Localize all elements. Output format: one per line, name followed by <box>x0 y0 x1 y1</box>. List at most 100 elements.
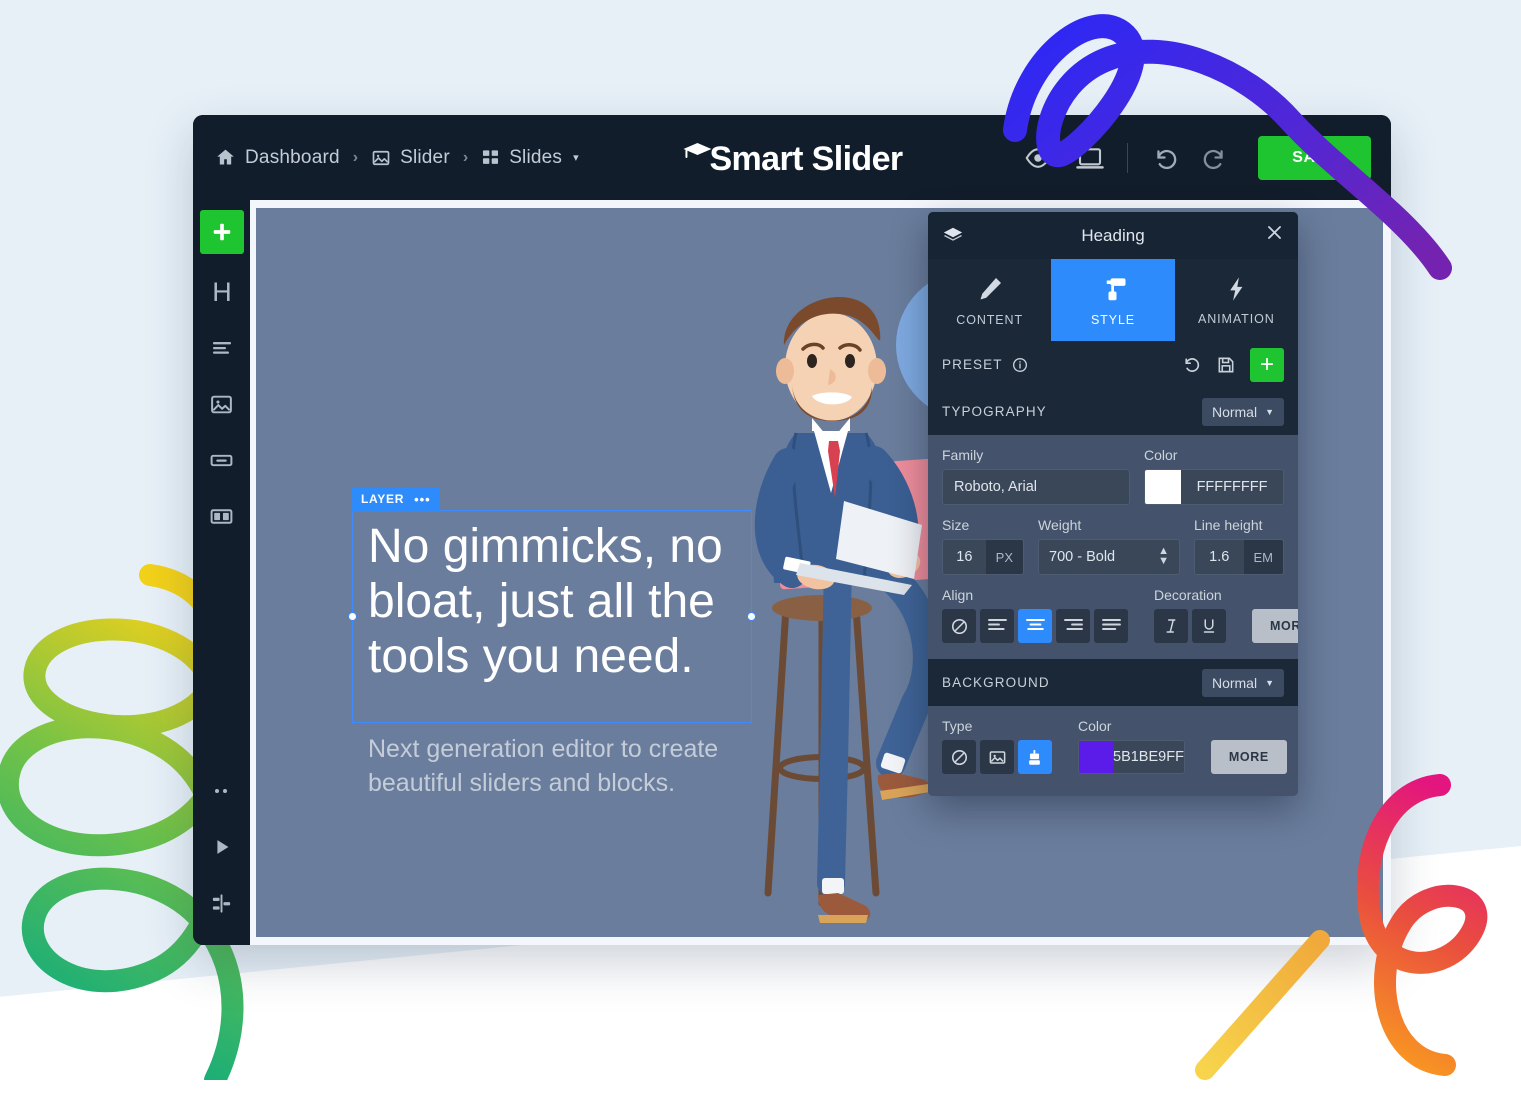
brand-name: Smart Slider <box>709 139 903 178</box>
underline-button[interactable] <box>1192 609 1226 643</box>
breadcrumb-item-dashboard[interactable]: Dashboard <box>215 147 340 169</box>
size-value: 16 <box>943 540 986 574</box>
undo-icon[interactable] <box>1150 143 1179 172</box>
sidebar-item-timeline[interactable] <box>200 881 244 925</box>
toolbar-divider <box>1127 142 1129 173</box>
chevron-down-icon: ▼ <box>1265 406 1274 417</box>
field-align: Align <box>942 587 1128 643</box>
sidebar-item-text[interactable] <box>200 326 244 370</box>
sidebar-item-more[interactable] <box>200 769 244 813</box>
tab-animation[interactable]: ANIMATION <box>1175 259 1298 341</box>
italic-icon <box>1166 619 1176 633</box>
typography-state-value: Normal <box>1211 403 1258 420</box>
bg-color-label: Color <box>1078 718 1112 734</box>
typography-section-body: Family Roboto, Arial Color FFFFFFFF Size… <box>928 435 1298 659</box>
weight-select[interactable]: 700 - Bold ▲ ▼ <box>1038 539 1180 575</box>
background-more-button[interactable]: MORE <box>1210 740 1287 774</box>
field-family: Family Roboto, Arial <box>942 447 1130 505</box>
subtitle-layer-text[interactable]: Next generation editor to create beautif… <box>368 733 768 800</box>
layers-icon[interactable] <box>942 225 964 247</box>
breadcrumb-label-slides: Slides <box>509 146 563 168</box>
bg-color-swatch[interactable] <box>1079 741 1113 773</box>
breadcrumb-separator-1: › <box>352 148 359 166</box>
pencil-icon <box>975 274 1005 304</box>
breadcrumb-separator-2: › <box>462 148 469 166</box>
tab-label-animation: ANIMATION <box>1198 311 1275 326</box>
decoration-label: Decoration <box>1154 587 1222 603</box>
bg-type-color-button[interactable] <box>1018 740 1052 774</box>
align-decoration-row: Align Decoration MOR <box>942 587 1298 643</box>
tab-label-content: CONTENT <box>956 312 1024 327</box>
sidebar-item-add-layer[interactable] <box>199 210 244 254</box>
panel-header: Heading <box>928 212 1298 259</box>
family-input[interactable]: Roboto, Arial <box>942 469 1130 505</box>
font-color-input[interactable]: FFFFFFFF <box>1144 469 1284 505</box>
size-input[interactable]: 16 PX <box>942 539 1024 575</box>
columns-icon <box>210 508 233 524</box>
tab-style[interactable]: STYLE <box>1051 259 1175 341</box>
align-right-button[interactable] <box>1056 609 1090 643</box>
align-right-icon <box>1063 619 1083 631</box>
lightning-icon <box>1222 275 1250 303</box>
sidebar-item-heading[interactable]: H <box>200 270 244 314</box>
sidebar-item-image[interactable] <box>200 382 244 426</box>
italic-button[interactable] <box>1154 609 1188 643</box>
sidebar-item-button[interactable] <box>200 438 244 482</box>
layer-sidebar: H <box>193 200 250 945</box>
breadcrumb-label-dashboard: Dashboard <box>245 146 340 168</box>
background-section-body: Type Color 5B1BE9FF MORE <box>928 706 1298 796</box>
background-section-header: BACKGROUND Normal ▼ <box>928 659 1298 706</box>
brand-logo: Smart Slider <box>681 139 903 178</box>
align-center-button[interactable] <box>1018 609 1052 643</box>
floppy-disk-icon[interactable] <box>1216 355 1236 375</box>
bg-color-input[interactable]: 5B1BE9FF <box>1078 740 1185 774</box>
top-bar: Dashboard › Slider › Slides ▾ Smart Slid… <box>193 115 1391 200</box>
eye-icon[interactable] <box>1023 143 1053 173</box>
typography-more-button[interactable]: MORE <box>1252 609 1298 643</box>
stepper-icon[interactable]: ▲ ▼ <box>1158 546 1169 567</box>
reset-icon[interactable] <box>1181 354 1202 375</box>
background-title: BACKGROUND <box>942 675 1050 690</box>
underline-icon <box>1203 619 1215 633</box>
typography-state-select[interactable]: Normal ▼ <box>1201 397 1284 426</box>
background-state-select[interactable]: Normal ▼ <box>1201 668 1284 697</box>
button-icon <box>210 454 233 466</box>
bg-type-image-button[interactable] <box>980 740 1014 774</box>
dots-icon <box>214 789 227 793</box>
tab-content[interactable]: CONTENT <box>928 259 1051 341</box>
add-preset-button[interactable]: + <box>1250 347 1284 382</box>
font-color-swatch[interactable] <box>1145 470 1181 504</box>
field-line-height: Line height 1.6 EM <box>1194 517 1284 575</box>
line-height-input[interactable]: 1.6 EM <box>1194 539 1284 575</box>
bg-type-button-group <box>942 740 1052 774</box>
align-button-group <box>942 609 1128 643</box>
align-justify-button[interactable] <box>1094 609 1128 643</box>
save-button[interactable]: SAVE <box>1258 135 1371 180</box>
heading-layer-text[interactable]: No gimmicks, no bloat, just all the tool… <box>354 511 750 685</box>
bg-color-value: 5B1BE9FF <box>1113 741 1184 773</box>
redo-icon[interactable] <box>1201 143 1230 172</box>
breadcrumb-item-slides[interactable]: Slides ▾ <box>481 146 579 169</box>
home-icon <box>215 147 236 168</box>
align-justify-icon <box>1101 619 1121 631</box>
font-color-value: FFFFFFFF <box>1181 470 1283 504</box>
line-height-unit: EM <box>1243 540 1283 574</box>
sidebar-item-row[interactable] <box>200 494 244 538</box>
background-type-color-row: Type Color 5B1BE9FF MORE <box>942 718 1287 774</box>
close-icon[interactable] <box>1265 223 1284 248</box>
sidebar-item-play[interactable] <box>200 825 244 869</box>
align-none-button[interactable] <box>942 609 976 643</box>
align-left-button[interactable] <box>980 609 1014 643</box>
paint-bucket-icon <box>1028 749 1040 765</box>
panel-tabs: CONTENT STYLE ANIMATION <box>928 259 1298 341</box>
bg-type-none-button[interactable] <box>942 740 976 774</box>
size-weight-lineheight-row: Size 16 PX Weight 700 - Bold ▲ ▼ Line hei… <box>942 517 1284 575</box>
breadcrumb-item-slider[interactable]: Slider <box>371 147 450 169</box>
chevron-down-icon: ▼ <box>1265 677 1274 688</box>
preset-title: PRESET <box>942 357 1003 372</box>
layer-options-icon[interactable]: ••• <box>414 493 431 506</box>
desktop-icon[interactable] <box>1075 143 1105 173</box>
layer-tag[interactable]: LAYER ••• <box>352 487 440 511</box>
info-icon[interactable] <box>1012 357 1028 373</box>
typography-title: TYPOGRAPHY <box>942 404 1047 419</box>
